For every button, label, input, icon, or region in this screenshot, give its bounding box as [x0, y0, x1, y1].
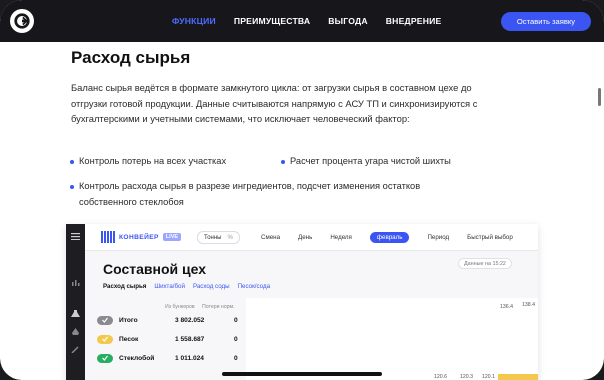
chart-bar: [498, 374, 538, 380]
app-title: Составной цех: [103, 261, 207, 277]
scrollbar-thumb[interactable]: [598, 88, 601, 106]
period-tabs: Смена День Неделя февраль Период Быстрый…: [261, 224, 531, 251]
nav-item-functions[interactable]: ФУНКЦИИ: [172, 16, 216, 26]
section-title: Расход сырья: [71, 48, 191, 67]
row-value: 1 558.687: [175, 335, 205, 343]
chart-area: 138.4 136.4 120.6 120.3 120.1: [246, 298, 538, 380]
brand-name: КОНВЕЙЕР: [119, 233, 159, 241]
top-navigation: ФУНКЦИИ ПРЕИМУЩЕСТВА ВЫГОДА ВНЕДРЕНИЕ Ос…: [0, 0, 604, 42]
bullet-item: Расчет процента угара чистой шихты: [281, 154, 451, 170]
column-header: Потери норм.: [202, 304, 235, 310]
tab-period[interactable]: Период: [427, 234, 449, 241]
app-screenshot: КОНВЕЙЕР LIVE Тонны % Смена День Неделя …: [66, 224, 538, 380]
bullet-item: Контроль расхода сырья в разрезе ингреди…: [70, 179, 479, 210]
screen: ФУНКЦИИ ПРЕИМУЩЕСТВА ВЫГОДА ВНЕДРЕНИЕ Ос…: [0, 0, 604, 380]
nav-item-implementation[interactable]: ВНЕДРЕНИЕ: [386, 16, 442, 26]
tab-quick-select[interactable]: Быстрый выбор: [467, 234, 513, 241]
nav-item-advantages[interactable]: ПРЕИМУЩЕСТВА: [234, 16, 310, 26]
tab-shift[interactable]: Смена: [261, 234, 280, 241]
nav-item-benefit[interactable]: ВЫГОДА: [328, 16, 367, 26]
app-toolbar: КОНВЕЙЕР LIVE Тонны % Смена День Неделя …: [85, 224, 538, 251]
tool-icon: [71, 346, 79, 353]
check-icon: [97, 334, 113, 344]
bullet-item: Контроль потерь на всех участках: [69, 154, 226, 170]
tab-february[interactable]: февраль: [369, 232, 410, 243]
menu-icon: [71, 233, 80, 240]
flask-icon: [71, 310, 80, 317]
table-row[interactable]: Итого 3 802.052 0: [97, 314, 247, 326]
chart-label: 138.4: [522, 302, 535, 308]
app-subtabs: Расход сырья Шихта/бой Расход соды Песок…: [103, 283, 270, 290]
nav-links: ФУНКЦИИ ПРЕИМУЩЕСТВА ВЫГОДА ВНЕДРЕНИЕ: [172, 0, 441, 42]
subtab-soda[interactable]: Расход соды: [193, 283, 230, 290]
row-name: Итого: [119, 316, 138, 324]
section-paragraph: Баланс сырья ведётся в формате замкнутог…: [71, 82, 478, 125]
row-loss: 0: [234, 335, 238, 343]
brand-live-badge: LIVE: [162, 233, 182, 241]
home-indicator: [222, 372, 382, 376]
date-chip[interactable]: Данные на 15:22: [458, 258, 512, 269]
logo-icon[interactable]: [10, 9, 34, 33]
chart-label: 120.1: [482, 374, 495, 380]
row-value: 1 011.024: [175, 354, 204, 362]
subtab-batch[interactable]: Шихта/бой: [154, 283, 185, 290]
table-row[interactable]: Песок 1 558.687 0: [97, 333, 247, 345]
drop-icon: [72, 328, 79, 335]
subtab-raw-consumption[interactable]: Расход сырья: [103, 283, 146, 290]
row-name: Стеклобой: [119, 354, 155, 362]
check-icon: [97, 315, 113, 325]
table-row[interactable]: Стеклобой 1 011.024 0: [97, 352, 247, 364]
chart-icon: [72, 280, 80, 286]
row-loss: 0: [234, 316, 238, 324]
subtab-sand-soda[interactable]: Песок/сода: [238, 283, 270, 290]
tab-day[interactable]: День: [298, 234, 312, 241]
unit-percent[interactable]: %: [227, 235, 232, 241]
device-frame: ФУНКЦИИ ПРЕИМУЩЕСТВА ВЫГОДА ВНЕДРЕНИЕ Ос…: [0, 0, 604, 380]
row-name: Песок: [119, 335, 139, 343]
chart-label: 120.3: [460, 374, 473, 380]
check-icon: [97, 353, 113, 363]
row-value: 3 802.052: [175, 316, 205, 324]
app-brand: КОНВЕЙЕР LIVE: [101, 231, 182, 243]
brand-logo-icon: [101, 231, 115, 243]
row-loss: 0: [234, 354, 238, 362]
chart-label: 120.6: [434, 374, 447, 380]
request-button[interactable]: Оставить заявку: [501, 12, 591, 31]
unit-selector[interactable]: Тонны %: [197, 231, 240, 244]
column-header: Из бункеров: [165, 304, 195, 310]
unit-tons[interactable]: Тонны: [204, 235, 221, 241]
app-sidebar: [66, 224, 85, 380]
tab-week[interactable]: Неделя: [330, 234, 352, 241]
main-content: Расход сырья Баланс сырья ведётся в форм…: [0, 42, 604, 380]
chart-label: 136.4: [500, 304, 513, 310]
